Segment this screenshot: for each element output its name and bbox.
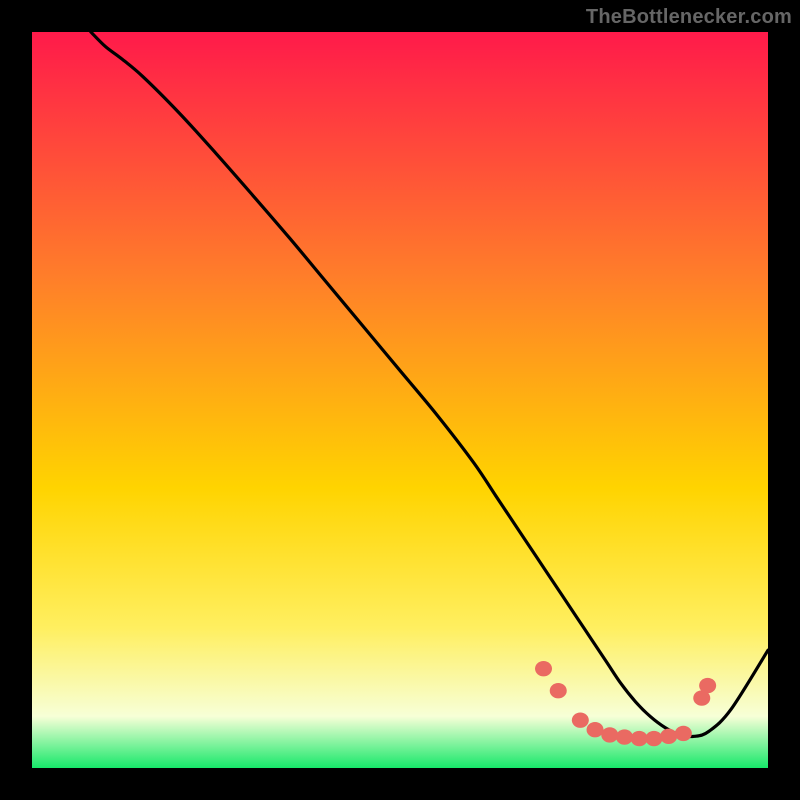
curve-marker	[535, 661, 552, 676]
curve-marker	[660, 729, 677, 744]
curve-marker	[645, 731, 662, 746]
curve-marker	[572, 712, 589, 727]
curve-marker	[675, 726, 692, 741]
chart-svg	[32, 32, 768, 768]
outer-frame: TheBottlenecker.com	[0, 0, 800, 800]
curve-marker	[631, 731, 648, 746]
curve-marker	[550, 683, 567, 698]
watermark-text: TheBottlenecker.com	[586, 6, 792, 29]
gradient-background	[32, 32, 768, 768]
curve-marker	[616, 729, 633, 744]
curve-marker	[587, 722, 604, 737]
curve-marker	[601, 727, 618, 742]
curve-marker	[699, 678, 716, 693]
plot-area	[32, 32, 768, 768]
